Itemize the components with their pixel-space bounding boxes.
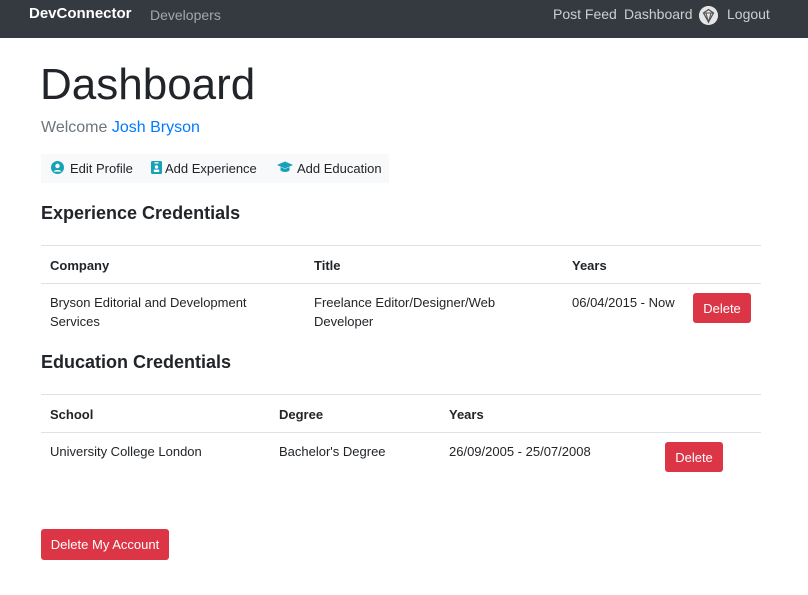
nav-dashboard-link[interactable]: Dashboard xyxy=(624,6,693,22)
experience-header-title: Title xyxy=(314,258,341,273)
experience-header-company: Company xyxy=(50,258,110,273)
delete-experience-button[interactable]: Delete xyxy=(693,293,751,323)
nav-logout-link[interactable]: Logout xyxy=(727,6,770,22)
experience-header-divider xyxy=(41,283,761,284)
experience-header-years: Years xyxy=(572,258,607,273)
welcome-prefix: Welcome xyxy=(41,119,112,136)
edit-profile-button[interactable]: Edit Profile xyxy=(51,154,133,183)
education-table-top-border xyxy=(41,394,761,395)
education-header-divider xyxy=(41,432,761,433)
experience-title-cell: Freelance Editor/Designer/Web Developer xyxy=(314,293,495,331)
education-header-years: Years xyxy=(449,407,484,422)
education-section-title: Education Credentials xyxy=(41,352,232,372)
experience-table-top-border xyxy=(41,245,761,246)
add-education-button[interactable]: Add Education xyxy=(277,154,382,183)
add-experience-button[interactable]: Add Experience xyxy=(151,154,257,183)
experience-company-line2: Services xyxy=(50,314,100,329)
education-header-degree: Degree xyxy=(279,407,324,422)
delete-account-button[interactable]: Delete My Account xyxy=(41,529,169,560)
experience-company-line1: Bryson Editorial and Development xyxy=(50,295,247,310)
welcome-text: Welcome Josh Bryson xyxy=(41,119,200,137)
user-circle-icon xyxy=(51,160,64,177)
education-header-school: School xyxy=(50,407,94,422)
nav-developers-link[interactable]: Developers xyxy=(150,7,221,23)
delete-education-button[interactable]: Delete xyxy=(665,442,723,472)
nav-post-feed-link[interactable]: Post Feed xyxy=(553,6,617,22)
education-degree-cell: Bachelor's Degree xyxy=(279,444,386,459)
dashboard-actions: Edit Profile Add Experience Add Educatio… xyxy=(41,154,389,183)
user-name-link[interactable]: Josh Bryson xyxy=(112,119,200,136)
education-years-cell: 26/09/2005 - 25/07/2008 xyxy=(449,444,591,459)
page-title: Dashboard xyxy=(40,60,256,109)
experience-section-title: Experience Credentials xyxy=(41,203,241,223)
brand-link[interactable]: DevConnector xyxy=(29,5,132,22)
add-experience-label: Add Experience xyxy=(165,161,257,176)
experience-company-cell: Bryson Editorial and Development Service… xyxy=(50,293,247,331)
graduation-cap-icon xyxy=(277,161,293,176)
edit-profile-label: Edit Profile xyxy=(70,161,133,176)
user-avatar[interactable] xyxy=(699,6,718,25)
education-school-cell: University College London xyxy=(50,444,202,459)
id-badge-icon xyxy=(151,160,162,177)
add-education-label: Add Education xyxy=(297,161,382,176)
navbar: DevConnector Developers Post Feed Dashbo… xyxy=(0,0,808,38)
avatar-icon xyxy=(699,6,718,25)
experience-title-line1: Freelance Editor/Designer/Web xyxy=(314,295,496,310)
experience-years-cell: 06/04/2015 - Now xyxy=(572,295,675,310)
experience-title-line2: Developer xyxy=(314,314,374,329)
